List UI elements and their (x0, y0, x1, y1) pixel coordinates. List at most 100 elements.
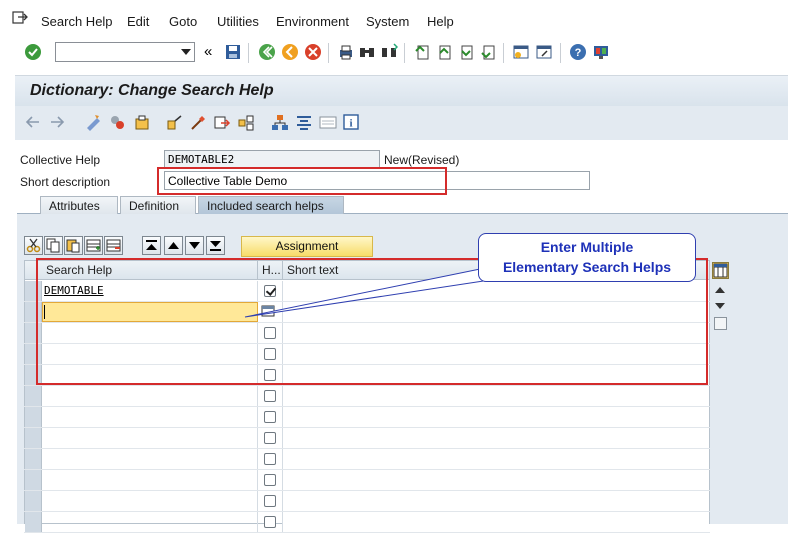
collective-help-label: Collective Help (20, 153, 101, 167)
table-settings-icon[interactable] (712, 262, 729, 279)
short-description-label: Short description (20, 175, 111, 189)
hierarchy-icon[interactable] (271, 114, 289, 131)
paste-row-button[interactable] (64, 236, 83, 255)
chevron-down-icon[interactable] (181, 49, 191, 55)
short-text-cell (283, 428, 709, 448)
search-help-cell[interactable] (42, 428, 258, 448)
row-selector[interactable] (25, 491, 42, 511)
delete-row-button[interactable] (104, 236, 123, 255)
triangle-down-icon (189, 242, 200, 249)
help-icon[interactable]: ? (569, 43, 587, 61)
hidden-checkbox[interactable] (264, 432, 276, 444)
scroll-first-button[interactable] (142, 236, 161, 255)
tab-included-search-helps[interactable]: Included search helps (198, 196, 344, 214)
row-selector[interactable] (25, 470, 42, 490)
hidden-cell (258, 449, 283, 469)
test-icon[interactable] (213, 114, 231, 131)
cut-row-button[interactable] (24, 236, 43, 255)
arrow-right-icon[interactable] (49, 115, 65, 129)
scroll-down-arrow-icon[interactable] (714, 302, 726, 310)
scroll-up-arrow-icon[interactable] (714, 286, 726, 294)
copy-icon (46, 238, 60, 253)
last-row-icon (210, 241, 221, 251)
svg-text:i: i (349, 118, 352, 130)
menu-exit-icon[interactable] (12, 11, 28, 25)
print-icon[interactable] (337, 43, 355, 61)
menu-utilities[interactable]: Utilities (217, 14, 259, 29)
collapse-icon[interactable]: « (204, 43, 212, 60)
hidden-checkbox[interactable] (264, 474, 276, 486)
new-session-icon[interactable] (512, 43, 530, 61)
row-selector[interactable] (25, 386, 42, 406)
standard-toolbar: « ? (0, 40, 788, 66)
callout-line-1: Enter Multiple (540, 239, 634, 255)
scroll-up-button[interactable] (164, 236, 183, 255)
row-selector[interactable] (25, 407, 42, 427)
menu-edit[interactable]: Edit (127, 14, 149, 29)
other-object-icon[interactable] (133, 114, 151, 131)
hidden-cell (258, 491, 283, 511)
callout-bubble: Enter Multiple Elementary Search Helps (478, 233, 696, 282)
search-help-cell[interactable] (42, 386, 258, 406)
row-selector[interactable] (25, 428, 42, 448)
short-description-highlight (157, 167, 447, 195)
search-help-cell[interactable] (42, 491, 258, 511)
previous-page-icon[interactable] (435, 43, 453, 61)
search-help-cell[interactable] (42, 449, 258, 469)
status-text: New(Revised) (384, 153, 460, 167)
short-text-cell (283, 470, 709, 490)
insert-row-button[interactable] (84, 236, 103, 255)
enter-check-icon[interactable] (24, 43, 42, 61)
short-text-cell (283, 407, 709, 427)
delete-row-icon (106, 239, 121, 252)
tab-attributes-label: Attributes (49, 199, 100, 213)
activate-icon[interactable] (189, 114, 207, 131)
check-object-icon[interactable] (166, 114, 184, 131)
search-help-cell[interactable] (42, 407, 258, 427)
hidden-checkbox[interactable] (264, 453, 276, 465)
svg-text:?: ? (575, 47, 582, 59)
page-title: Dictionary: Change Search Help (30, 82, 274, 99)
find-icon[interactable] (358, 43, 376, 61)
hidden-checkbox[interactable] (264, 495, 276, 507)
scroll-down-button[interactable] (185, 236, 204, 255)
menu-help[interactable]: Help (427, 14, 454, 29)
exit-icon[interactable] (281, 43, 299, 61)
info-icon[interactable]: i (343, 114, 359, 130)
scroll-last-button[interactable] (206, 236, 225, 255)
find-next-icon[interactable] (380, 43, 398, 61)
active-inactive-icon[interactable] (109, 114, 127, 131)
menu-environment[interactable]: Environment (276, 14, 349, 29)
copy-row-button[interactable] (44, 236, 63, 255)
hidden-checkbox[interactable] (264, 516, 276, 528)
row-selector[interactable] (25, 512, 42, 532)
menu-search-help[interactable]: Search Help (41, 14, 113, 29)
menu-system[interactable]: System (366, 14, 409, 29)
next-page-icon[interactable] (457, 43, 475, 61)
display-change-icon[interactable] (85, 114, 103, 131)
where-used-icon[interactable] (237, 114, 255, 131)
tab-definition[interactable]: Definition (120, 196, 196, 214)
hidden-checkbox[interactable] (264, 411, 276, 423)
row-selector[interactable] (25, 449, 42, 469)
search-help-cell[interactable] (42, 512, 258, 532)
hidden-checkbox[interactable] (264, 390, 276, 402)
first-page-icon[interactable] (413, 43, 431, 61)
back-icon[interactable] (258, 43, 276, 61)
shortcut-icon[interactable] (535, 43, 553, 61)
cancel-icon[interactable] (304, 43, 322, 61)
object-list-icon[interactable] (295, 114, 313, 131)
display-object-list-icon[interactable] (319, 114, 337, 131)
search-help-cell[interactable] (42, 470, 258, 490)
save-icon[interactable] (224, 43, 242, 61)
table-scrollbar[interactable] (710, 260, 730, 524)
command-field[interactable] (55, 42, 195, 62)
customize-layout-icon[interactable] (592, 43, 610, 61)
paste-icon (66, 239, 80, 253)
tab-included-search-helps-label: Included search helps (207, 199, 324, 213)
tab-attributes[interactable]: Attributes (40, 196, 118, 214)
scroll-thumb[interactable] (714, 317, 727, 330)
menu-goto[interactable]: Goto (169, 14, 197, 29)
last-page-icon[interactable] (479, 43, 497, 61)
arrow-left-icon[interactable] (25, 115, 41, 129)
